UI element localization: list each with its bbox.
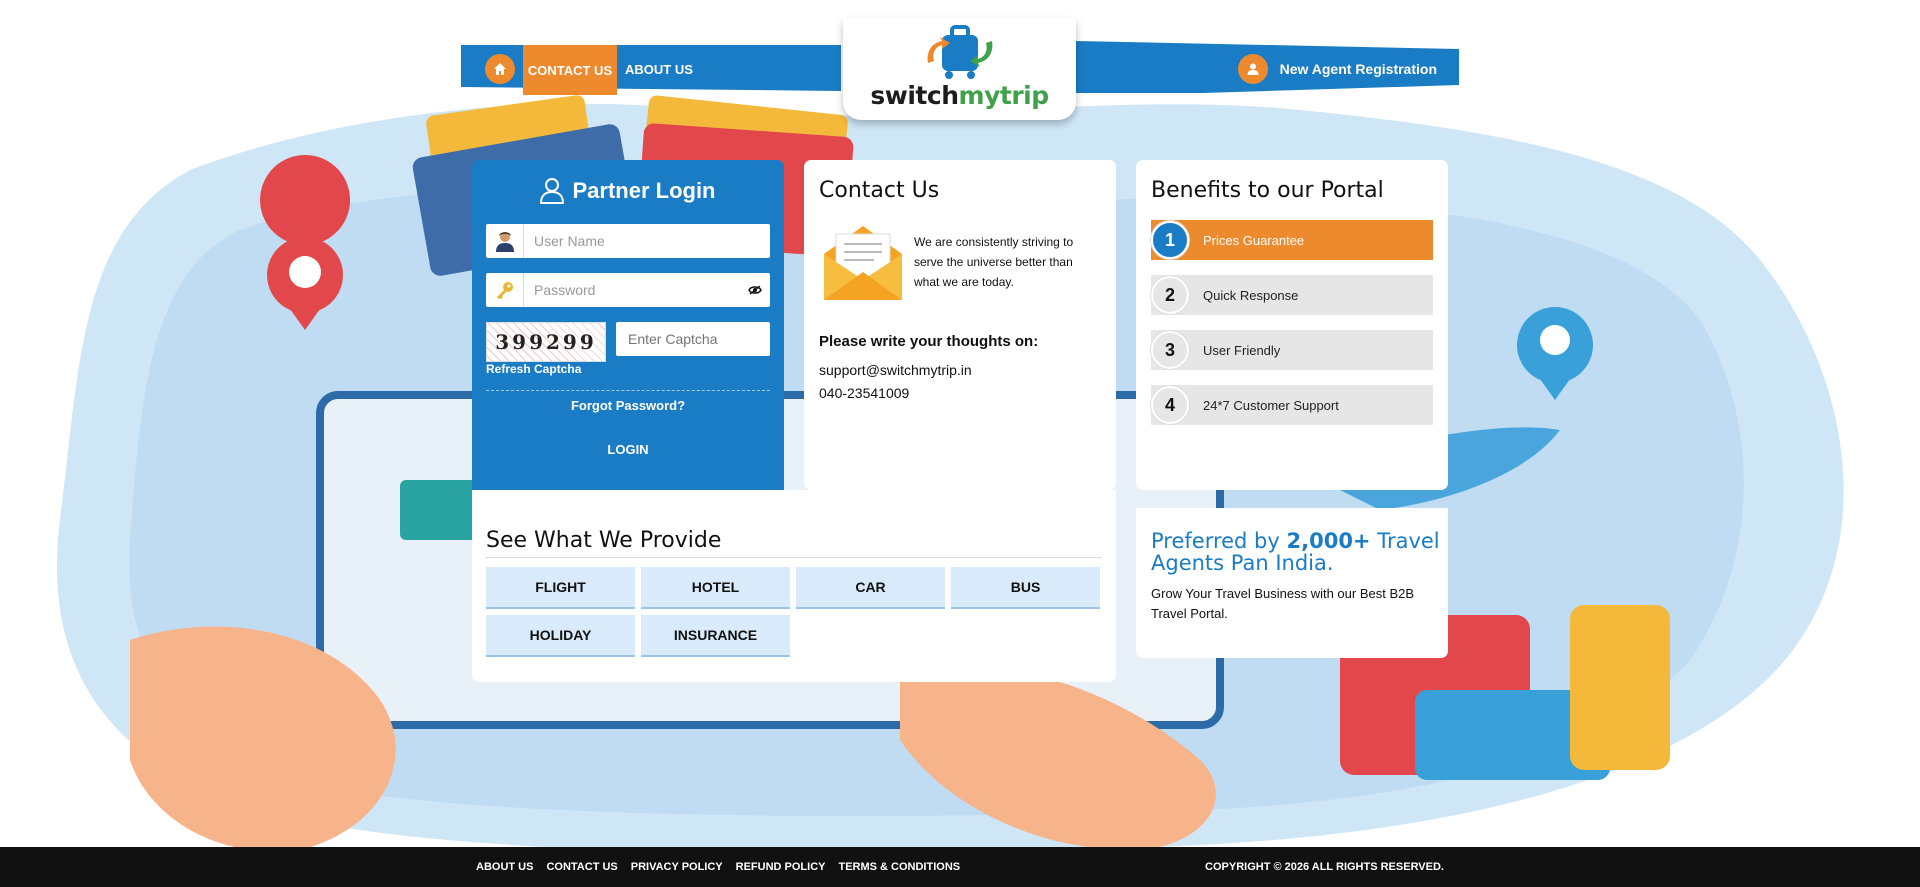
benefit-item[interactable]: 3 User Friendly xyxy=(1151,330,1433,370)
footer-refund-policy-link[interactable]: REFUND POLICY xyxy=(736,861,826,873)
user-outline-icon xyxy=(540,178,565,204)
password-input[interactable] xyxy=(524,274,740,306)
service-car-button[interactable]: CAR xyxy=(796,567,945,609)
forgot-password-link[interactable]: Forgot Password? xyxy=(472,398,784,413)
benefit-number: 1 xyxy=(1151,221,1189,259)
home-button[interactable] xyxy=(485,54,515,84)
contact-us-panel: Contact Us We are consistently striving … xyxy=(804,160,1116,490)
show-password-icon[interactable] xyxy=(740,283,770,298)
envelope-icon xyxy=(824,226,902,300)
divider xyxy=(486,557,1102,558)
login-button[interactable]: LOGIN xyxy=(472,442,784,457)
agent-label: New Agent Registration xyxy=(1279,61,1437,77)
service-insurance-button[interactable]: INSURANCE xyxy=(641,615,790,657)
benefit-label: Prices Guarantee xyxy=(1203,232,1305,248)
service-flight-button[interactable]: FLIGHT xyxy=(486,567,635,609)
services-heading: See What We Provide xyxy=(486,528,722,553)
captcha-input[interactable] xyxy=(616,322,770,356)
service-holiday-button[interactable]: HOLIDAY xyxy=(486,615,635,657)
refresh-captcha-link[interactable]: Refresh Captcha xyxy=(486,362,581,376)
benefit-number: 3 xyxy=(1151,331,1189,369)
contact-heading: Contact Us xyxy=(819,178,940,203)
contact-description: We are consistently striving to serve th… xyxy=(914,235,1074,289)
benefit-number: 2 xyxy=(1151,276,1189,314)
service-bus-button[interactable]: BUS xyxy=(951,567,1100,609)
captcha-image: 399299 xyxy=(486,322,606,362)
suitcase-logo-icon xyxy=(927,25,992,79)
preferred-description: Grow Your Travel Business with our Best … xyxy=(1151,586,1415,621)
benefit-number: 4 xyxy=(1151,386,1189,424)
benefit-label: 24*7 Customer Support xyxy=(1203,397,1339,413)
copyright-text: COPYRIGHT © 2026 ALL RIGHTS RESERVED. xyxy=(1205,861,1444,873)
benefit-item[interactable]: 4 24*7 Customer Support xyxy=(1151,385,1433,425)
benefit-item[interactable]: 1 Prices Guarantee xyxy=(1151,220,1433,260)
benefits-heading: Benefits to our Portal xyxy=(1151,178,1384,203)
footer-about-us-link[interactable]: ABOUT US xyxy=(476,861,533,873)
write-heading: Please write your thoughts on: xyxy=(819,333,1039,350)
footer-privacy-policy-link[interactable]: PRIVACY POLICY xyxy=(631,861,723,873)
benefit-item[interactable]: 2 Quick Response xyxy=(1151,275,1433,315)
user-avatar-icon xyxy=(486,224,524,258)
footer-links: ABOUT US CONTACT US PRIVACY POLICY REFUN… xyxy=(476,847,960,887)
services-panel: See What We Provide FLIGHT HOTEL CAR BUS… xyxy=(472,490,1116,682)
benefit-label: Quick Response xyxy=(1203,287,1299,303)
username-input[interactable] xyxy=(524,225,770,257)
benefits-panel: Benefits to our Portal 1 Prices Guarante… xyxy=(1136,160,1448,490)
nav-contact-us[interactable]: CONTACT US xyxy=(523,45,617,95)
user-icon xyxy=(1237,54,1268,84)
new-agent-registration-link[interactable]: New Agent Registration xyxy=(1237,45,1437,93)
footer-contact-us-link[interactable]: CONTACT US xyxy=(546,861,617,873)
partner-login-panel: Partner Login 399299 Refresh Captcha For… xyxy=(472,160,784,490)
logo-text: switchmytrip xyxy=(870,81,1049,110)
preferred-panel: Preferred by 2,000+ Travel Agents Pan In… xyxy=(1136,508,1448,658)
username-field xyxy=(486,224,770,258)
nav-about-us[interactable]: ABOUT US xyxy=(625,45,693,93)
logo[interactable]: switchmytrip xyxy=(843,18,1076,120)
benefit-label: User Friendly xyxy=(1203,342,1281,358)
service-hotel-button[interactable]: HOTEL xyxy=(641,567,790,609)
divider xyxy=(486,390,770,391)
contact-phone[interactable]: 040-23541009 xyxy=(819,385,909,401)
partner-login-heading: Partner Login xyxy=(472,178,784,204)
home-icon xyxy=(494,63,506,75)
footer-terms-link[interactable]: TERMS & CONDITIONS xyxy=(838,861,960,873)
preferred-heading: Preferred by 2,000+ Travel Agents Pan In… xyxy=(1151,529,1440,575)
contact-email[interactable]: support@switchmytrip.in xyxy=(819,362,972,378)
key-icon xyxy=(486,273,524,307)
password-field xyxy=(486,273,770,307)
footer: ABOUT US CONTACT US PRIVACY POLICY REFUN… xyxy=(0,847,1920,887)
